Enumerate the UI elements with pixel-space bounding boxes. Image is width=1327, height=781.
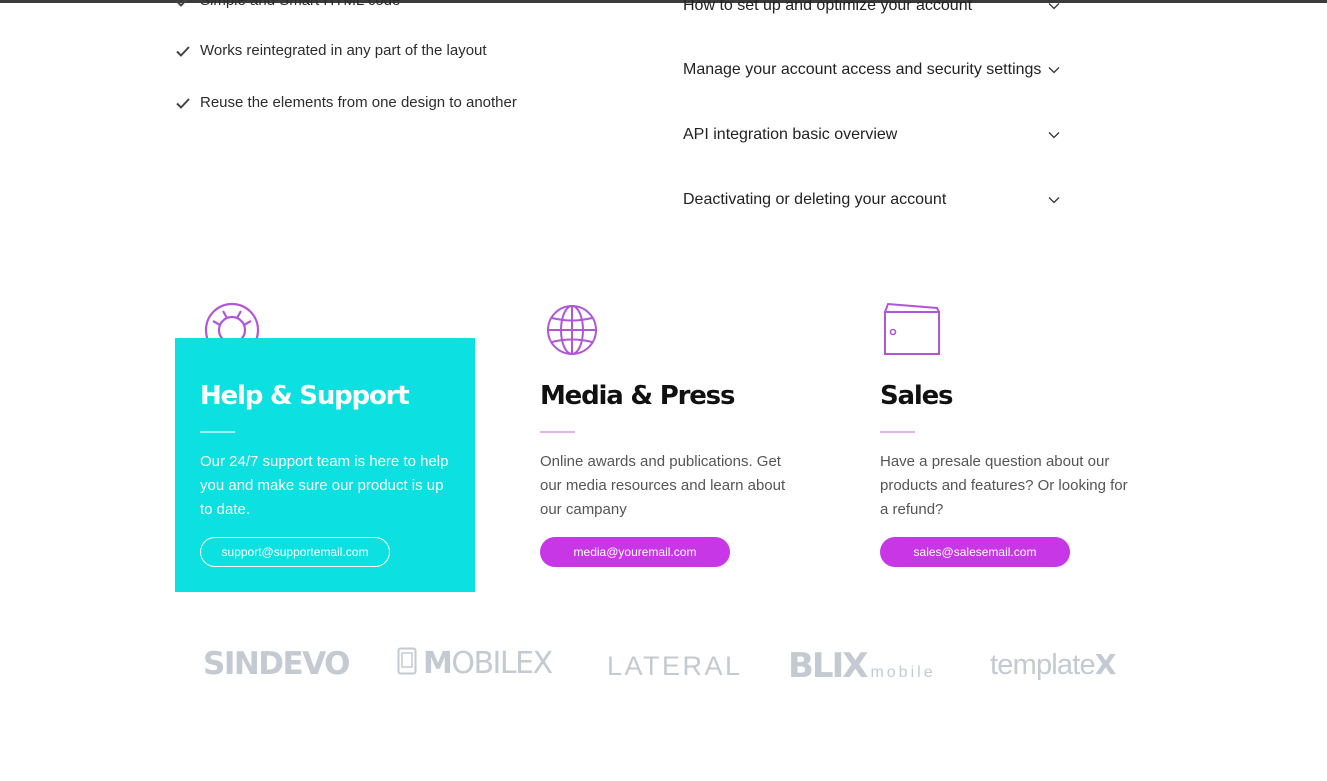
feature-text: Reuse the elements from one design to an… bbox=[200, 94, 517, 111]
feature-text: Simple and Smart HTML code bbox=[200, 0, 401, 9]
logo-templatex-text: template bbox=[990, 649, 1096, 681]
feature-item: Works reintegrated in any part of the la… bbox=[175, 42, 487, 59]
logo-mobilex: M OBILEX bbox=[397, 646, 553, 681]
logo-lateral: LATERAL bbox=[607, 651, 743, 681]
card-divider bbox=[200, 431, 235, 433]
card-divider bbox=[540, 431, 575, 433]
logo-templatex-x: X bbox=[1094, 648, 1117, 681]
feature-item: Reuse the elements from one design to an… bbox=[175, 94, 517, 111]
logo-sindevo: SINDEVO bbox=[203, 646, 351, 682]
wallet-icon bbox=[882, 302, 942, 363]
card-description: Have a presale question about our produc… bbox=[880, 453, 1128, 518]
chevron-down-icon[interactable] bbox=[1047, 63, 1061, 77]
faq-question: API integration basic overview bbox=[683, 126, 898, 143]
sales-email-button[interactable]: sales@salesemail.com bbox=[880, 537, 1070, 567]
card-description: Online awards and publications. Get our … bbox=[540, 453, 786, 518]
faq-question: Manage your account access and security … bbox=[683, 61, 1042, 78]
card-title: Media & Press bbox=[540, 381, 735, 411]
faq-item[interactable]: Deactivating or deleting your account bbox=[683, 191, 1061, 209]
card-title: Help & Support bbox=[200, 381, 410, 411]
phone-icon bbox=[397, 647, 417, 680]
card-title: Sales bbox=[880, 381, 954, 411]
chevron-down-icon[interactable] bbox=[1047, 0, 1061, 13]
faq-item[interactable]: API integration basic overview bbox=[683, 126, 1061, 144]
logo-mobilex-text: OBILEX bbox=[451, 646, 553, 681]
chevron-down-icon[interactable] bbox=[1047, 193, 1061, 207]
logo-mobilex-m: M bbox=[423, 646, 453, 681]
card-divider bbox=[880, 431, 915, 433]
logo-blix-text: BLIX bbox=[788, 646, 868, 686]
check-icon bbox=[175, 0, 191, 9]
logo-blix-sub: mobile bbox=[870, 664, 936, 681]
faq-question: Deactivating or deleting your account bbox=[683, 191, 947, 208]
check-icon bbox=[175, 43, 191, 59]
globe-icon bbox=[545, 303, 599, 362]
faq-item[interactable]: Manage your account access and security … bbox=[683, 61, 1061, 79]
media-email-button[interactable]: media@youremail.com bbox=[540, 537, 730, 567]
logo-templatex: template X bbox=[990, 648, 1116, 682]
faq-item[interactable]: How to set up and optimize your account bbox=[683, 0, 1061, 15]
check-icon bbox=[175, 95, 191, 111]
faq-question: How to set up and optimize your account bbox=[683, 0, 973, 14]
support-email-button[interactable]: support@supportemail.com bbox=[200, 537, 390, 567]
card-description: Our 24/7 support team is here to help yo… bbox=[200, 453, 449, 518]
feature-text: Works reintegrated in any part of the la… bbox=[200, 42, 487, 59]
feature-item: Simple and Smart HTML code bbox=[175, 0, 400, 9]
chevron-down-icon[interactable] bbox=[1047, 128, 1061, 142]
logo-blix: BLIX mobile bbox=[788, 646, 936, 686]
